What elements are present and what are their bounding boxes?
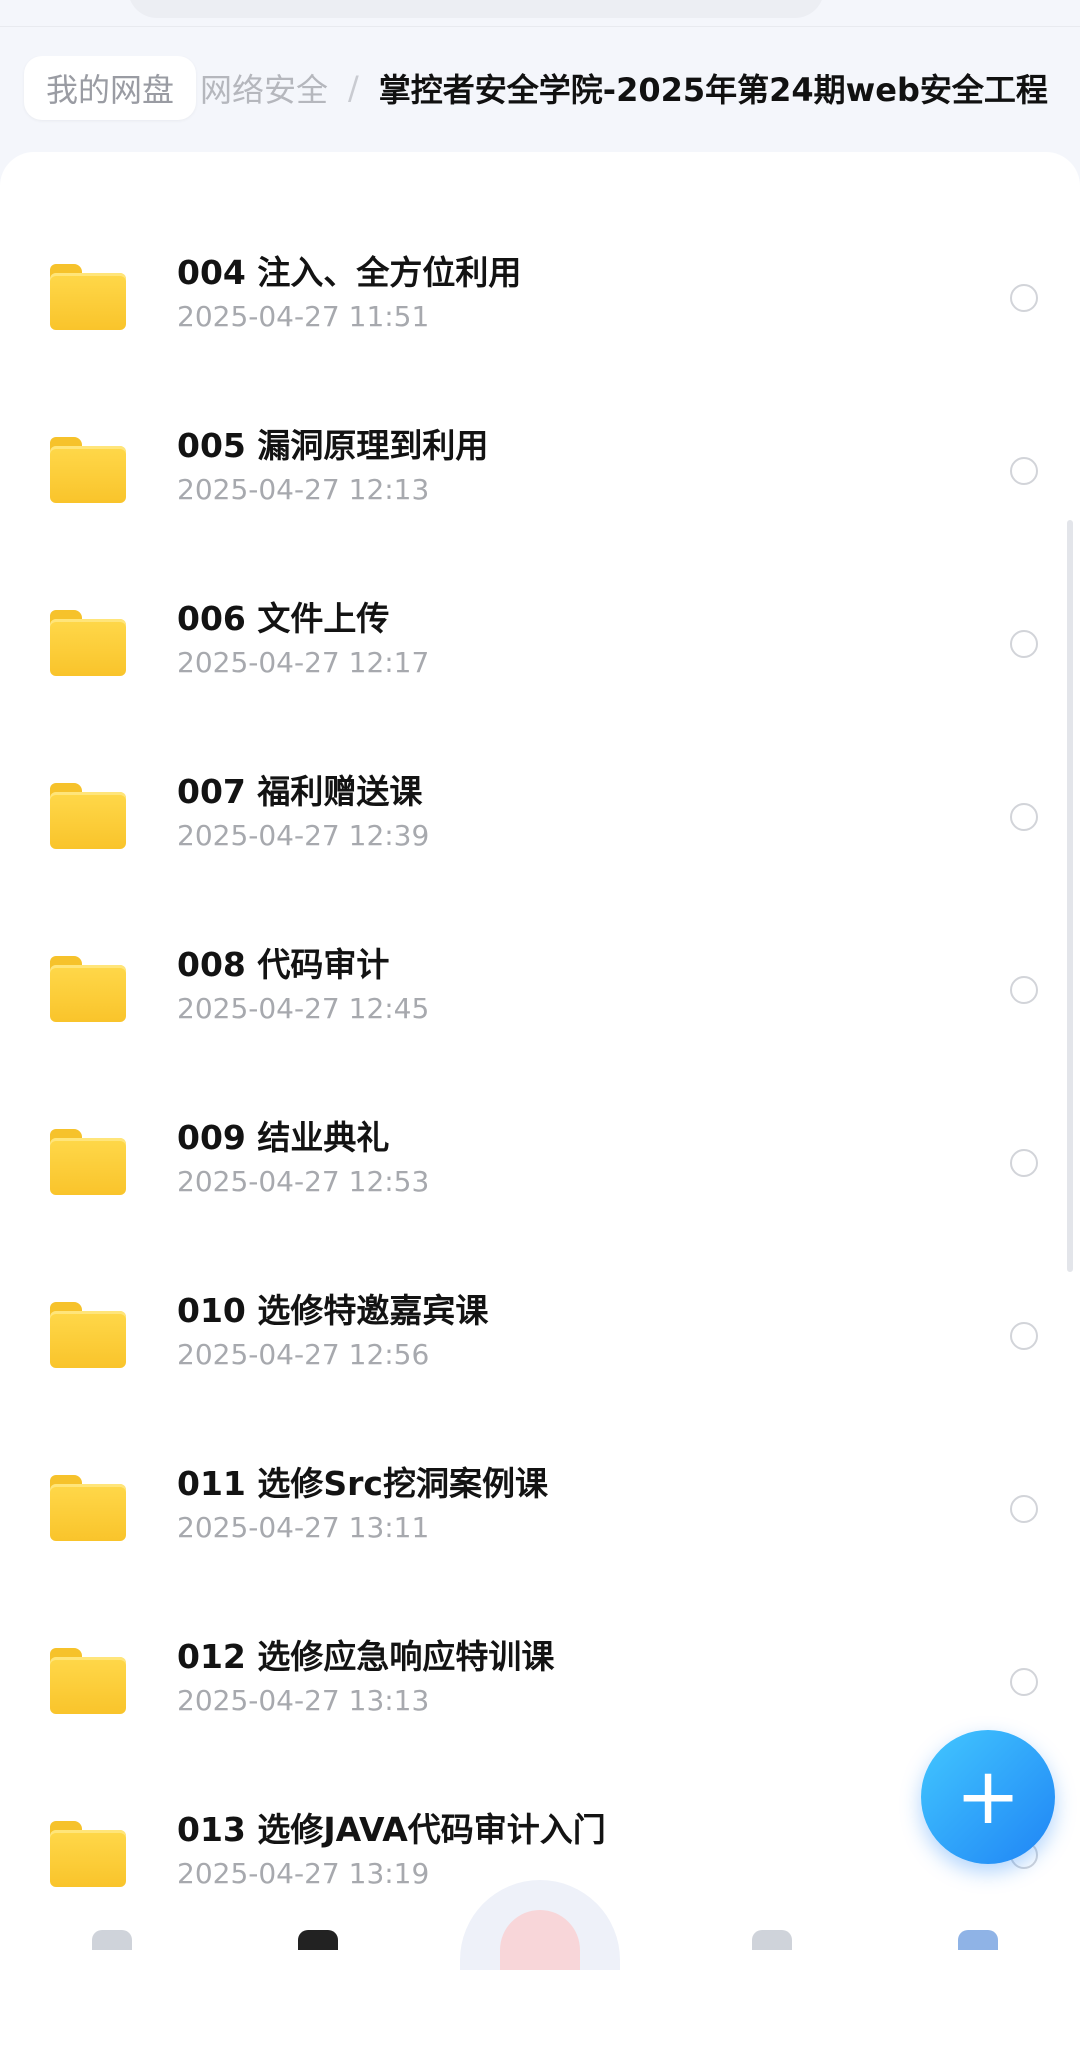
file-name: 013 选修JAVA代码审计入门 (177, 1810, 606, 1849)
folder-icon (50, 437, 126, 503)
list-item[interactable]: 007 福利赠送课 2025-04-27 12:39 (0, 727, 1080, 900)
folder-icon (50, 264, 126, 330)
list-item[interactable]: 004 注入、全方位利用 2025-04-27 11:51 (0, 208, 1080, 381)
list-item[interactable]: 009 结业典礼 2025-04-27 12:53 (0, 1073, 1080, 1246)
file-name: 010 选修特邀嘉宾课 (177, 1291, 489, 1330)
file-name: 011 选修Src挖洞案例课 (177, 1464, 548, 1503)
search-bar[interactable] (128, 0, 824, 18)
profile-tab-icon[interactable] (958, 1930, 998, 1950)
file-date: 2025-04-27 12:56 (177, 1338, 430, 1371)
file-date: 2025-04-27 11:51 (177, 300, 430, 333)
folder-icon (50, 956, 126, 1022)
radio-circle-icon[interactable] (1010, 976, 1038, 1004)
list-item[interactable]: 008 代码审计 2025-04-27 12:45 (0, 900, 1080, 1073)
files-tab-icon[interactable] (298, 1930, 338, 1950)
file-date: 2025-04-27 13:11 (177, 1511, 430, 1544)
file-name: 009 结业典礼 (177, 1118, 390, 1157)
folder-icon (50, 610, 126, 676)
breadcrumb-path: 网络安全 / 掌控者安全学院-2025年第24期web安全工程 (200, 56, 1048, 120)
file-date: 2025-04-27 12:45 (177, 992, 430, 1025)
file-name: 004 注入、全方位利用 (177, 253, 522, 292)
folder-icon (50, 783, 126, 849)
radio-circle-icon[interactable] (1010, 1495, 1038, 1523)
file-date: 2025-04-27 12:17 (177, 646, 430, 679)
radio-circle-icon[interactable] (1010, 1149, 1038, 1177)
home-tab-icon[interactable] (92, 1930, 132, 1950)
breadcrumb-separator: / (348, 69, 359, 107)
radio-circle-icon[interactable] (1010, 803, 1038, 831)
list-item[interactable]: 011 选修Src挖洞案例课 2025-04-27 13:11 (0, 1419, 1080, 1592)
file-name: 007 福利赠送课 (177, 772, 423, 811)
scrollbar[interactable] (1067, 520, 1073, 1272)
folder-icon (50, 1129, 126, 1195)
folder-icon (50, 1821, 126, 1887)
divider (0, 26, 1080, 27)
breadcrumb-current: 掌控者安全学院-2025年第24期web安全工程 (378, 71, 1048, 109)
file-date: 2025-04-27 12:53 (177, 1165, 430, 1198)
file-date: 2025-04-27 13:13 (177, 1684, 430, 1717)
radio-circle-icon[interactable] (1010, 1668, 1038, 1696)
list-item[interactable]: 010 选修特邀嘉宾课 2025-04-27 12:56 (0, 1246, 1080, 1419)
breadcrumb-home[interactable]: 我的网盘 (24, 56, 197, 120)
share-tab-icon[interactable] (752, 1930, 792, 1950)
file-name: 006 文件上传 (177, 599, 390, 638)
file-name: 005 漏洞原理到利用 (177, 426, 489, 465)
file-date: 2025-04-27 12:39 (177, 819, 430, 852)
list-item[interactable]: 006 文件上传 2025-04-27 12:17 (0, 554, 1080, 727)
file-name: 008 代码审计 (177, 945, 390, 984)
file-name: 012 选修应急响应特训课 (177, 1637, 555, 1676)
add-button[interactable]: + (921, 1730, 1055, 1864)
breadcrumb: 我的网盘 网络安全 / 掌控者安全学院-2025年第24期web安全工程 (0, 56, 1080, 128)
plus-icon: + (955, 1752, 1021, 1842)
breadcrumb-parent[interactable]: 网络安全 (200, 65, 328, 111)
radio-circle-icon[interactable] (1010, 457, 1038, 485)
file-date: 2025-04-27 12:13 (177, 473, 430, 506)
list-item[interactable]: 012 选修应急响应特训课 2025-04-27 13:13 (0, 1592, 1080, 1765)
folder-icon (50, 1648, 126, 1714)
file-date: 2025-04-27 13:19 (177, 1857, 430, 1890)
folder-icon (50, 1475, 126, 1541)
file-list: 004 注入、全方位利用 2025-04-27 11:51 005 漏洞原理到利… (0, 152, 1080, 2052)
list-item[interactable]: 005 漏洞原理到利用 2025-04-27 12:13 (0, 381, 1080, 554)
radio-circle-icon[interactable] (1010, 630, 1038, 658)
folder-icon (50, 1302, 126, 1368)
radio-circle-icon[interactable] (1010, 1322, 1038, 1350)
radio-circle-icon[interactable] (1010, 284, 1038, 312)
